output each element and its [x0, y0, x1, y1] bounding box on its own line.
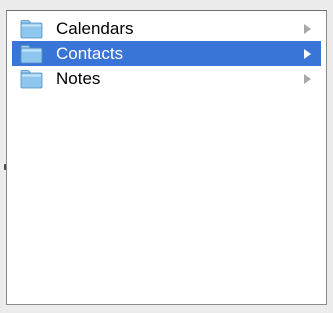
disclosure-arrow-icon — [304, 48, 311, 59]
list-item-calendars[interactable]: Calendars — [12, 16, 321, 41]
list-item-notes[interactable]: Notes — [12, 66, 321, 91]
folder-icon — [20, 19, 43, 38]
folder-icon — [20, 44, 43, 63]
folder-icon — [20, 69, 43, 88]
list-item-contacts[interactable]: Contacts — [12, 41, 321, 66]
list-item-label: Notes — [56, 68, 101, 88]
disclosure-arrow-icon — [304, 73, 311, 84]
disclosure-arrow-icon — [304, 23, 311, 34]
folder-list: Calendars Contacts Notes — [12, 16, 321, 304]
column-browser: Calendars Contacts Notes — [6, 10, 327, 305]
list-item-label: Contacts — [56, 43, 124, 63]
list-item-label: Calendars — [56, 18, 134, 38]
